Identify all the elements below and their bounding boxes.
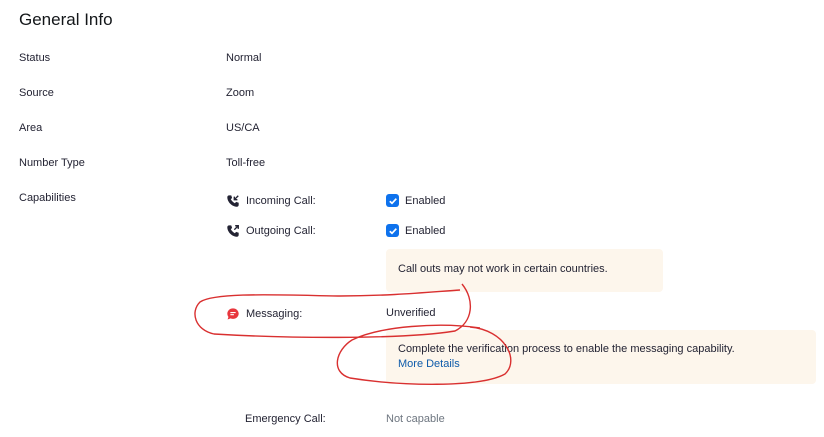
outgoing-call-value: Enabled — [405, 224, 446, 237]
capabilities-label: Capabilities — [19, 192, 76, 204]
incoming-call-icon — [226, 194, 240, 208]
status-value: Normal — [226, 52, 262, 64]
number-type-label: Number Type — [19, 157, 85, 169]
outgoing-call-status: Enabled — [386, 224, 445, 237]
incoming-call-checkbox[interactable] — [386, 194, 399, 207]
outgoing-call-checkbox[interactable] — [386, 224, 399, 237]
page-title: General Info — [19, 10, 113, 29]
messaging-label: Messaging: — [246, 308, 303, 320]
incoming-call-value: Enabled — [405, 194, 446, 207]
messaging-notice: Complete the verification process to ena… — [386, 330, 816, 384]
more-details-link[interactable]: More Details — [398, 358, 804, 370]
outgoing-call-notice: Call outs may not work in certain countr… — [386, 249, 663, 292]
messaging-icon — [226, 307, 240, 321]
emergency-call-value: Not capable — [386, 413, 445, 425]
incoming-call-label: Incoming Call: — [246, 195, 316, 207]
emergency-call-label: Emergency Call: — [245, 413, 326, 425]
outgoing-call-icon — [226, 224, 240, 238]
incoming-call-row: Incoming Call: — [226, 194, 316, 208]
outgoing-call-row: Outgoing Call: — [226, 224, 316, 238]
number-type-value: Toll-free — [226, 157, 266, 169]
source-value: Zoom — [226, 87, 255, 99]
messaging-notice-text: Complete the verification process to ena… — [398, 343, 735, 355]
source-label: Source — [19, 87, 54, 99]
messaging-value: Unverified — [386, 307, 436, 319]
status-label: Status — [19, 52, 51, 64]
messaging-row: Messaging: — [226, 307, 302, 321]
area-label: Area — [19, 122, 43, 134]
outgoing-call-label: Outgoing Call: — [246, 225, 316, 237]
incoming-call-status: Enabled — [386, 194, 445, 207]
area-value: US/CA — [226, 122, 260, 134]
